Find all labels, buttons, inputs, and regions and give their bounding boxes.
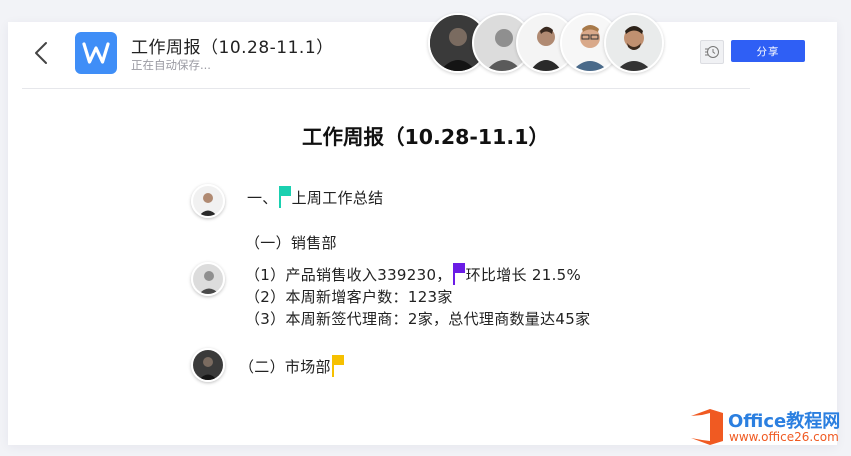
subsection-marketing-text: （二）市场部 (239, 358, 331, 376)
list-item-2[interactable]: （2）本周新增客户数：123家 (245, 286, 453, 307)
list-item-3[interactable]: （3）本周新签代理商：2家，总代理商数量达45家 (245, 308, 590, 329)
editor-avatar[interactable] (191, 184, 225, 218)
document-title[interactable]: 工作周报（10.28-11.1） (131, 33, 334, 58)
section-title-1[interactable]: 一、 上周工作总结 (247, 186, 383, 208)
collaborator-avatars (428, 13, 664, 73)
history-icon[interactable] (700, 40, 724, 64)
autosave-status: 正在自动保存... (131, 58, 211, 72)
subsection-sales[interactable]: （一）销售部 (245, 232, 337, 253)
document-heading[interactable]: 工作周报（10.28-11.1） (0, 120, 851, 150)
editor-avatar[interactable] (191, 262, 225, 296)
avatar[interactable] (604, 13, 664, 73)
subsection-marketing[interactable]: （二）市场部 (239, 355, 345, 377)
office-logo-icon (691, 409, 723, 445)
section-text: 上周工作总结 (291, 189, 384, 207)
list-item-1[interactable]: （1）产品销售收入339230， 环比增长 21.5% (245, 263, 581, 285)
back-arrow-icon[interactable] (30, 40, 54, 66)
app-header: 工作周报（10.28-11.1） 正在自动保存... 分享 (0, 0, 851, 90)
share-button[interactable]: 分享 (731, 40, 805, 62)
section-number: 一、 (247, 189, 278, 207)
list-item-1-text: （1）产品销售收入339230， (245, 266, 452, 284)
comment-flag-icon[interactable] (278, 186, 291, 208)
comment-flag-icon[interactable] (331, 355, 344, 377)
list-item-1-highlight: 环比增长 21.5% (465, 266, 582, 284)
editor-avatar[interactable] (191, 348, 225, 382)
header-divider (22, 88, 750, 89)
watermark-url: www.office26.com (729, 430, 839, 444)
office26-watermark: Office教程网 www.office26.com (688, 405, 848, 449)
comment-flag-icon[interactable] (452, 263, 465, 285)
wps-writer-app-icon (75, 32, 117, 74)
